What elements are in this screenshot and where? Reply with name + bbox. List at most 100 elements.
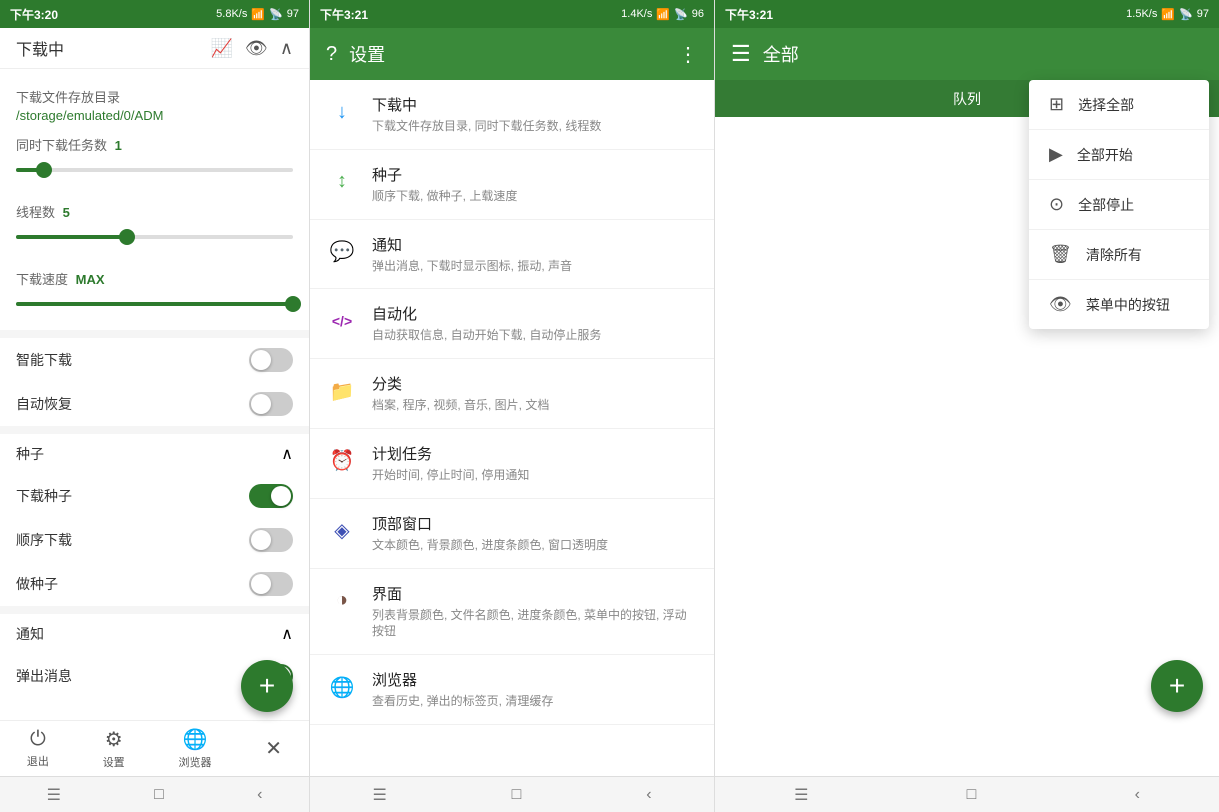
- menu-buttons-label: 菜单中的按钮: [1086, 295, 1170, 315]
- download-dir-value[interactable]: /storage/emulated/0/ADM: [16, 108, 293, 123]
- android-menu-icon[interactable]: ☰: [47, 785, 61, 805]
- topwindow-title: 顶部窗口: [372, 513, 698, 534]
- settings-item-schedule[interactable]: ⏰ 计划任务 开始时间, 停止时间, 停用通知: [310, 429, 714, 499]
- schedule-title: 计划任务: [372, 443, 698, 464]
- download-seed-row: 下载种子: [0, 474, 309, 518]
- settings-item-browser[interactable]: 🌐 浏览器 查看历史, 弹出的标签页, 清理缓存: [310, 655, 714, 725]
- time-2: 下午3:21: [320, 6, 368, 23]
- android-back-icon-3[interactable]: ‹: [1135, 786, 1140, 804]
- concurrent-thumb[interactable]: [36, 162, 52, 178]
- settings-item-topwindow[interactable]: ◈ 顶部窗口 文本颜色, 背景颜色, 进度条颜色, 窗口透明度: [310, 499, 714, 569]
- context-clear-all[interactable]: 🗑 清除所有: [1029, 230, 1209, 280]
- context-start-all[interactable]: ▶ 全部开始: [1029, 130, 1209, 180]
- smart-download-toggle[interactable]: [249, 348, 293, 372]
- settings-label: 设置: [103, 754, 125, 770]
- notify-collapse-icon[interactable]: ∧: [281, 624, 293, 644]
- android-nav-3: ☰ □ ‹: [715, 776, 1219, 812]
- chart-icon[interactable]: 📈: [211, 38, 233, 59]
- status-icons-1: 5.8K/s 📶 📡 97: [216, 8, 299, 21]
- seed-section-header: 种子 ∧: [0, 434, 309, 474]
- context-stop-all[interactable]: ⊙ 全部停止: [1029, 180, 1209, 230]
- settings-item-notify-text: 通知 弹出消息, 下载时显示图标, 振动, 声音: [372, 234, 698, 275]
- notify-icon: 💬: [326, 236, 358, 268]
- concurrent-slider[interactable]: [16, 160, 293, 180]
- automation-icon: </>: [326, 305, 358, 337]
- seed-collapse-icon[interactable]: ∧: [281, 444, 293, 464]
- android-back-icon[interactable]: ‹: [257, 786, 262, 804]
- more-button[interactable]: ⋮: [678, 42, 698, 67]
- android-home-icon[interactable]: □: [154, 786, 164, 804]
- network-speed-2: 1.4K/s: [621, 8, 652, 20]
- sequential-toggle[interactable]: [249, 528, 293, 552]
- collapse-icon[interactable]: ∧: [280, 38, 293, 59]
- settings-item-automation-text: 自动化 自动获取信息, 自动开始下载, 自动停止服务: [372, 303, 698, 344]
- android-home-icon-3[interactable]: □: [967, 786, 977, 804]
- nav-browser[interactable]: 🌐 浏览器: [166, 723, 223, 774]
- interface-desc: 列表背景颜色, 文件名颜色, 进度条颜色, 菜单中的按钮, 浮动按钮: [372, 607, 698, 641]
- topwindow-desc: 文本颜色, 背景颜色, 进度条颜色, 窗口透明度: [372, 537, 698, 554]
- thread-thumb[interactable]: [119, 229, 135, 245]
- download-seed-label: 下载种子: [16, 486, 72, 506]
- do-seed-toggle[interactable]: [249, 572, 293, 596]
- settings-item-download[interactable]: ↓ 下载中 下载文件存放目录, 同时下载任务数, 线程数: [310, 80, 714, 150]
- settings-item-browser-text: 浏览器 查看历史, 弹出的标签页, 清理缓存: [372, 669, 698, 710]
- hamburger-menu[interactable]: ☰: [731, 41, 751, 67]
- android-back-icon-2[interactable]: ‹: [646, 786, 651, 804]
- settings-item-notify[interactable]: 💬 通知 弹出消息, 下载时显示图标, 振动, 声音: [310, 220, 714, 290]
- eye-icon[interactable]: 👁: [245, 38, 268, 59]
- download-seed-toggle[interactable]: [249, 484, 293, 508]
- status-bar-3: 下午3:21 1.5K/s 📶 📡 97: [715, 0, 1219, 28]
- status-bar-1: 下午3:20 5.8K/s 📶 📡 97: [0, 0, 309, 28]
- nav-exit[interactable]: ⏻ 退出: [15, 724, 61, 773]
- menu-buttons-icon: 👁: [1049, 294, 1072, 315]
- auto-resume-label: 自动恢复: [16, 394, 72, 414]
- settings-item-interface-text: 界面 列表背景颜色, 文件名颜色, 进度条颜色, 菜单中的按钮, 浮动按钮: [372, 583, 698, 641]
- seed-title: 种子: [372, 164, 698, 185]
- speed-thumb[interactable]: [285, 296, 301, 312]
- panel-download-settings: 下午3:20 5.8K/s 📶 📡 97 下载中 📈 👁 ∧ 下载文件存放目录 …: [0, 0, 310, 812]
- status-icons-2: 1.4K/s 📶 📡 96: [621, 8, 704, 21]
- thread-value: 5: [63, 205, 70, 220]
- notify-section-label: 通知: [16, 624, 44, 644]
- panel3-title: 全部: [763, 41, 1203, 67]
- signal-icon-2: 📶: [656, 8, 670, 21]
- auto-resume-row: 自动恢复: [0, 382, 309, 426]
- network-speed-3: 1.5K/s: [1126, 8, 1157, 20]
- clear-all-label: 清除所有: [1086, 245, 1142, 265]
- select-all-label: 选择全部: [1078, 95, 1134, 115]
- nav-settings[interactable]: ⚙ 设置: [91, 723, 137, 774]
- android-menu-icon-3[interactable]: ☰: [794, 785, 808, 805]
- android-home-icon-2[interactable]: □: [512, 786, 522, 804]
- download-dir-item: 下载文件存放目录 /storage/emulated/0/ADM: [16, 81, 293, 129]
- context-menu-buttons[interactable]: 👁 菜单中的按钮: [1029, 280, 1209, 329]
- fab-button-3[interactable]: +: [1151, 660, 1203, 712]
- settings-icon: ⚙: [105, 727, 123, 752]
- panel2-header: ? 设置 ⋮: [310, 28, 714, 80]
- automation-title: 自动化: [372, 303, 698, 324]
- settings-item-category[interactable]: 📁 分类 档案, 程序, 视频, 音乐, 图片, 文档: [310, 359, 714, 429]
- schedule-desc: 开始时间, 停止时间, 停用通知: [372, 467, 698, 484]
- android-nav-2: ☰ □ ‹: [310, 776, 714, 812]
- panel-settings: 下午3:21 1.4K/s 📶 📡 96 ? 设置 ⋮ ↓ 下载中 下载文件存放…: [310, 0, 715, 812]
- seed-icon: ↕: [326, 166, 358, 198]
- settings-item-automation[interactable]: </> 自动化 自动获取信息, 自动开始下载, 自动停止服务: [310, 289, 714, 359]
- auto-resume-toggle[interactable]: [249, 392, 293, 416]
- exit-label: 退出: [27, 753, 49, 769]
- thread-item: 线程数 5: [16, 196, 293, 263]
- fab-button-1[interactable]: +: [241, 660, 293, 712]
- speed-slider[interactable]: [16, 294, 293, 314]
- settings-item-schedule-text: 计划任务 开始时间, 停止时间, 停用通知: [372, 443, 698, 484]
- settings-item-interface[interactable]: ◑ 界面 列表背景颜色, 文件名颜色, 进度条颜色, 菜单中的按钮, 浮动按钮: [310, 569, 714, 656]
- context-select-all[interactable]: ⊞ 选择全部: [1029, 80, 1209, 130]
- android-menu-icon-2[interactable]: ☰: [372, 785, 386, 805]
- back-button[interactable]: ?: [326, 43, 337, 66]
- smart-download-label: 智能下载: [16, 350, 72, 370]
- tab-queue-label: 队列: [953, 89, 981, 109]
- category-desc: 档案, 程序, 视频, 音乐, 图片, 文档: [372, 397, 698, 414]
- settings-item-download-text: 下载中 下载文件存放目录, 同时下载任务数, 线程数: [372, 94, 698, 135]
- time-1: 下午3:20: [10, 6, 58, 23]
- thread-slider[interactable]: [16, 227, 293, 247]
- sequential-row: 顺序下载: [0, 518, 309, 562]
- settings-item-seed[interactable]: ↕ 种子 顺序下载, 做种子, 上载速度: [310, 150, 714, 220]
- nav-close[interactable]: ✕: [253, 732, 294, 765]
